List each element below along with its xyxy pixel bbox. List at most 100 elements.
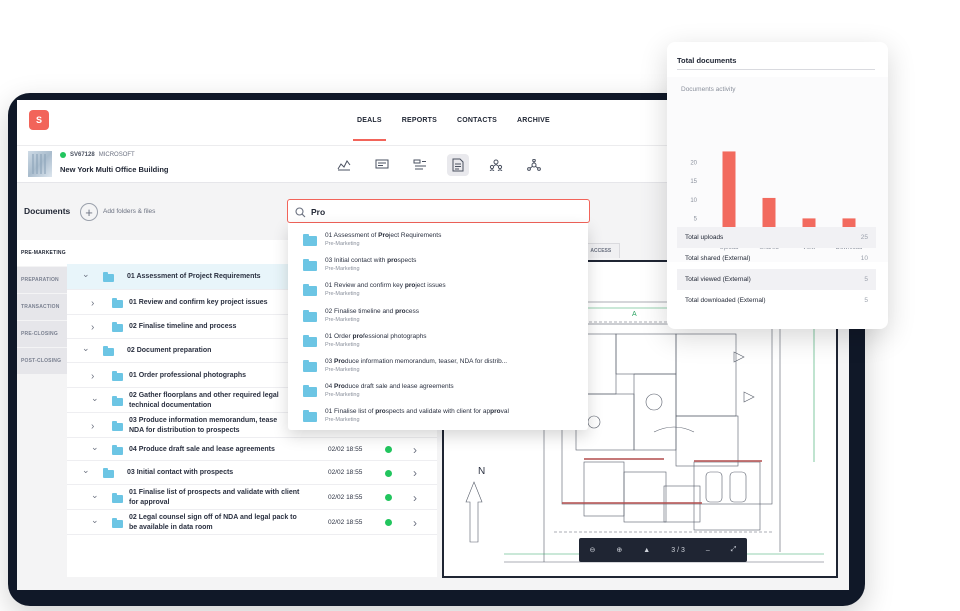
- chevron-down-icon[interactable]: ⌄: [82, 465, 90, 476]
- search-result[interactable]: 04 Produce draft sale and lease agreemen…: [288, 376, 588, 401]
- result-phase: Pre-Marketing: [325, 392, 360, 399]
- search-result[interactable]: 01 Order professional photographs Pre-Mar…: [288, 326, 588, 351]
- viewer-toolbar: ⊖ ⊕ ▲ 3 / 3 – ⤢: [579, 538, 747, 562]
- stat-label: Total viewed (External): [685, 276, 751, 283]
- chevron-down-icon[interactable]: ⌄: [91, 515, 99, 526]
- add-folder-button[interactable]: +: [80, 203, 98, 221]
- tree-label: 01 Assessment of Project Requirements: [127, 273, 261, 280]
- result-title: 01 Review and confirm key project issues: [325, 282, 446, 290]
- phase-tab-pre-closing[interactable]: PRE-CLOSING: [17, 321, 67, 348]
- zoom-in-icon[interactable]: ⊕: [616, 546, 622, 554]
- tree-label: 02 Gather floorplans and other required …: [129, 391, 279, 409]
- tree-label: 02 Finalise timeline and process: [129, 323, 237, 330]
- chevron-right-icon[interactable]: ›: [413, 443, 417, 457]
- stat-value: 5: [864, 276, 868, 283]
- search-result[interactable]: 03 Produce information memorandum, tease…: [288, 351, 588, 376]
- team-icon[interactable]: [485, 154, 507, 176]
- search-result[interactable]: 01 Finalise list of prospects and valida…: [288, 401, 588, 426]
- phase-tab-preparation[interactable]: PREPARATION: [17, 267, 67, 294]
- chevron-down-icon[interactable]: ⌄: [91, 490, 99, 501]
- chevron-down-icon[interactable]: ⌄: [82, 269, 90, 280]
- tree-label: 02 Document preparation: [127, 347, 212, 354]
- stat-value: 25: [860, 234, 868, 241]
- nav-reports[interactable]: REPORTS: [392, 100, 447, 145]
- y-tick-label: 10: [690, 198, 697, 204]
- stat-value: 5: [864, 297, 868, 304]
- tree-row[interactable]: ⌄ 03 Initial contact with prospects 02/02 …: [67, 461, 437, 485]
- tasks-icon[interactable]: [409, 154, 431, 176]
- folder-icon: [303, 360, 317, 372]
- chevron-right-icon[interactable]: ›: [91, 322, 94, 333]
- previous-page-icon[interactable]: ▲: [643, 547, 650, 554]
- nav-deals[interactable]: DEALS: [347, 100, 392, 145]
- result-phase: Pre-Marketing: [325, 241, 360, 247]
- chevron-down-icon[interactable]: ⌄: [91, 393, 99, 404]
- result-phase: Pre-Marketing: [325, 291, 360, 298]
- chevron-right-icon[interactable]: ›: [91, 298, 94, 309]
- tree-label: 04 Produce draft sale and lease agreemen…: [129, 445, 275, 453]
- result-title: 01 Assessment of Project Requirements: [325, 232, 442, 239]
- tree-date: 02/02 18:55: [328, 493, 363, 501]
- chevron-down-icon[interactable]: ⌄: [82, 343, 90, 354]
- search-result[interactable]: 02 Finalise timeline and process Pre-Mark…: [288, 301, 588, 326]
- network-icon[interactable]: [523, 154, 545, 176]
- search-result[interactable]: 01 Assessment of Project Requirements Pre…: [288, 225, 588, 250]
- chevron-right-icon[interactable]: ›: [413, 466, 417, 480]
- chevron-right-icon[interactable]: ›: [91, 371, 94, 382]
- search-result[interactable]: 01 Review and confirm key project issues…: [288, 275, 588, 300]
- chevron-right-icon[interactable]: ›: [413, 491, 417, 505]
- chevron-down-icon[interactable]: ⌄: [91, 442, 99, 453]
- folder-icon: [303, 284, 317, 297]
- analytics-icon[interactable]: [333, 154, 355, 176]
- y-tick-label: 20: [690, 161, 697, 167]
- chevron-right-icon[interactable]: ›: [91, 421, 94, 432]
- add-folders-label[interactable]: Add folders & files: [103, 208, 155, 215]
- bar-upload: [722, 151, 736, 237]
- y-tick-label: 5: [694, 216, 698, 222]
- status-dot: [385, 446, 392, 453]
- stat-value: 10: [860, 255, 868, 262]
- deal-org: MICROSOFT: [98, 152, 135, 158]
- marketing-composite: S DEALS REPORTS CONTACTS ARCHIVE SV67128 MI…: [0, 0, 960, 611]
- folder-icon: [112, 492, 123, 503]
- folder-icon: [303, 234, 317, 246]
- folder-icon: [303, 309, 317, 322]
- search-results: 01 Assessment of Project Requirements Pre…: [288, 223, 588, 430]
- status-dot: [385, 519, 392, 526]
- status-dot: [385, 469, 392, 477]
- zoom-out-icon[interactable]: ⊖: [590, 546, 596, 554]
- documents-icon[interactable]: [447, 154, 469, 176]
- folder-icon: [112, 517, 123, 528]
- svg-text:N: N: [478, 466, 485, 477]
- app-logo[interactable]: S: [29, 110, 49, 130]
- fullscreen-icon[interactable]: ⤢: [731, 546, 737, 554]
- search-icon: [295, 205, 306, 223]
- folder-icon: [112, 395, 123, 406]
- nav-contacts[interactable]: CONTACTS: [447, 100, 507, 145]
- tree-row[interactable]: ⌄ 01 Finalise list of prospects and valid…: [67, 485, 437, 510]
- presentation-icon[interactable]: [371, 154, 393, 176]
- tree-label: 02 Legal counsel sign off of NDA and leg…: [129, 513, 297, 531]
- tree-row[interactable]: ⌄ 04 Produce draft sale and lease agreeme…: [67, 438, 437, 461]
- tree-label: 01 Finalise list of prospects and valida…: [129, 488, 300, 506]
- total-documents-card: Total documents Documents activity 05101…: [667, 42, 888, 329]
- next-page-icon[interactable]: –: [706, 547, 710, 554]
- page-indicator: 3 / 3: [671, 546, 685, 554]
- phase-tab-pre-marketing[interactable]: PRE-MARKETING: [17, 240, 67, 267]
- folder-icon: [103, 272, 114, 282]
- nav-archive[interactable]: ARCHIVE: [507, 100, 560, 145]
- phase-tab-transaction[interactable]: TRANSACTION: [17, 294, 67, 321]
- search-input[interactable]: [311, 204, 581, 219]
- tree-date: 02/02 18:55: [328, 469, 363, 476]
- result-title: 01 Finalise list of prospects and valida…: [325, 408, 509, 416]
- chevron-right-icon[interactable]: ›: [413, 516, 417, 530]
- result-title: 04 Produce draft sale and lease agreemen…: [325, 383, 454, 391]
- phase-tab-post-closing[interactable]: POST-CLOSING: [17, 348, 67, 375]
- result-title: 03 Produce information memorandum, tease…: [325, 358, 508, 365]
- tree-row[interactable]: ⌄ 02 Legal counsel sign off of NDA and le…: [67, 510, 437, 535]
- search-result[interactable]: 03 Initial contact with prospects Pre-Mar…: [288, 250, 588, 275]
- result-title: 02 Finalise timeline and process: [325, 307, 419, 315]
- folder-icon: [303, 385, 317, 398]
- stat-row: Total shared (External) 10: [677, 248, 876, 269]
- deal-code: SV67128: [70, 152, 95, 158]
